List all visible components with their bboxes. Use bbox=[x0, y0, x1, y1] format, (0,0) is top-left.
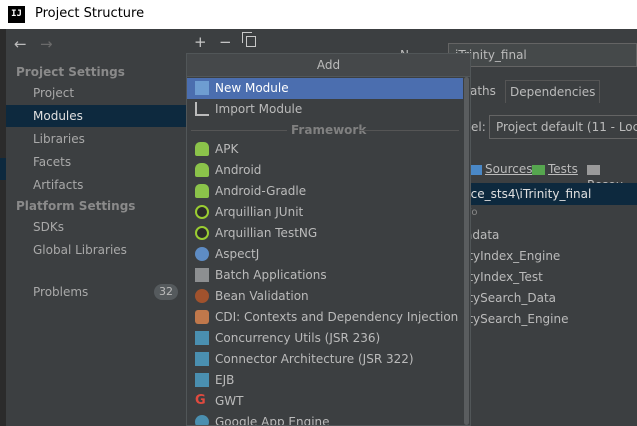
popup-title: Add bbox=[187, 54, 470, 77]
android-folder-icon bbox=[195, 163, 209, 177]
popup-scrollbar-thumb[interactable] bbox=[464, 77, 469, 425]
sidebar-item-sdks[interactable]: SDKs bbox=[6, 216, 186, 238]
intellij-app-icon: IJ bbox=[8, 6, 25, 23]
sdk-level-label: el: bbox=[471, 120, 486, 134]
menu-item-apk[interactable]: APK bbox=[187, 139, 463, 160]
arquillian-icon bbox=[195, 226, 209, 240]
platform-settings-header: Platform Settings bbox=[16, 199, 136, 213]
popup-scrollbar[interactable] bbox=[463, 77, 470, 425]
menu-item-new-module[interactable]: New Module bbox=[187, 78, 463, 99]
mark-resources-button[interactable]: Resou bbox=[587, 161, 637, 192]
content-root-path[interactable]: rce_sts4\iTrinity_final bbox=[465, 183, 637, 205]
title-bar: IJ Project Structure bbox=[0, 0, 637, 29]
sidebar-item-global-libraries[interactable]: Global Libraries bbox=[6, 239, 186, 261]
import-icon bbox=[195, 102, 209, 116]
tab-paths[interactable]: aths bbox=[466, 80, 500, 102]
menu-item-ejb[interactable]: EJB bbox=[187, 370, 463, 391]
menu-item-concurrency-utils[interactable]: Concurrency Utils (JSR 236) bbox=[187, 328, 463, 349]
bean-icon bbox=[195, 289, 209, 303]
sidebar-item-modules[interactable]: Modules bbox=[6, 105, 186, 127]
sidebar-item-project[interactable]: Project bbox=[6, 82, 186, 104]
menu-item-cdi[interactable]: CDI: Contexts and Dependency Injection bbox=[187, 307, 463, 328]
menu-item-android-gradle[interactable]: Android-Gradle bbox=[187, 181, 463, 202]
tree-item[interactable]: ityIndex_Engine bbox=[465, 246, 560, 266]
menu-item-android[interactable]: Android bbox=[187, 160, 463, 181]
forward-arrow-icon[interactable]: → bbox=[40, 35, 53, 53]
javaee-icon bbox=[195, 352, 209, 366]
tree-item[interactable]: ityIndex_Test bbox=[465, 267, 543, 287]
tab-dependencies[interactable]: Dependencies bbox=[505, 80, 601, 103]
gwt-icon: G bbox=[195, 393, 206, 408]
cdi-icon bbox=[195, 310, 209, 324]
menu-item-connector-architecture[interactable]: Connector Architecture (JSR 322) bbox=[187, 349, 463, 370]
tree-item[interactable]: itySearch_Data bbox=[465, 288, 556, 308]
android-icon bbox=[195, 142, 209, 156]
tree-item[interactable]: itySearch_Engine bbox=[465, 309, 569, 329]
app-engine-icon bbox=[195, 415, 209, 425]
menu-item-aspectj[interactable]: AspectJ bbox=[187, 244, 463, 265]
aspectj-icon bbox=[195, 247, 209, 261]
framework-label: Framework bbox=[291, 123, 367, 137]
sidebar-item-libraries[interactable]: Libraries bbox=[6, 128, 186, 150]
add-button[interactable]: + bbox=[194, 33, 207, 51]
android-icon bbox=[195, 184, 209, 198]
ejb-icon bbox=[195, 373, 209, 387]
framework-separator: Framework bbox=[187, 122, 463, 138]
project-settings-header: Project Settings bbox=[16, 65, 125, 79]
remove-button[interactable]: − bbox=[219, 33, 232, 51]
problems-count-badge: 32 bbox=[154, 284, 178, 300]
menu-item-google-app-engine[interactable]: Google App Engine bbox=[187, 412, 463, 425]
sidebar-item-artifacts[interactable]: Artifacts bbox=[6, 174, 186, 196]
tests-folder-icon bbox=[532, 164, 545, 175]
menu-item-gwt[interactable]: G GWT bbox=[187, 391, 463, 412]
back-arrow-icon[interactable]: ← bbox=[14, 35, 27, 53]
menu-item-arquillian-junit[interactable]: Arquillian JUnit bbox=[187, 202, 463, 223]
arquillian-icon bbox=[195, 205, 209, 219]
batch-icon bbox=[195, 268, 209, 282]
javaee-icon bbox=[195, 331, 209, 345]
menu-item-import-module[interactable]: Import Module bbox=[187, 99, 463, 120]
mark-tests-button[interactable]: Tests bbox=[532, 161, 578, 177]
copy-icon[interactable] bbox=[242, 32, 256, 47]
project-structure-sidebar: ← → Project Settings Project Modules Lib… bbox=[6, 29, 186, 426]
add-popup-menu: Add New Module Import Module Framework A… bbox=[186, 53, 471, 426]
resources-folder-icon bbox=[587, 164, 600, 175]
mark-sources-button[interactable]: Sources bbox=[469, 161, 532, 177]
module-icon bbox=[195, 81, 209, 95]
module-name-field[interactable]: iTrinity_final bbox=[448, 43, 637, 67]
sidebar-item-facets[interactable]: Facets bbox=[6, 151, 186, 173]
menu-item-batch-applications[interactable]: Batch Applications bbox=[187, 265, 463, 286]
language-level-combo[interactable]: Project default (11 - Local bbox=[489, 115, 637, 139]
menu-item-arquillian-testng[interactable]: Arquillian TestNG bbox=[187, 223, 463, 244]
window-title: Project Structure bbox=[35, 6, 145, 21]
menu-item-bean-validation[interactable]: Bean Validation bbox=[187, 286, 463, 307]
